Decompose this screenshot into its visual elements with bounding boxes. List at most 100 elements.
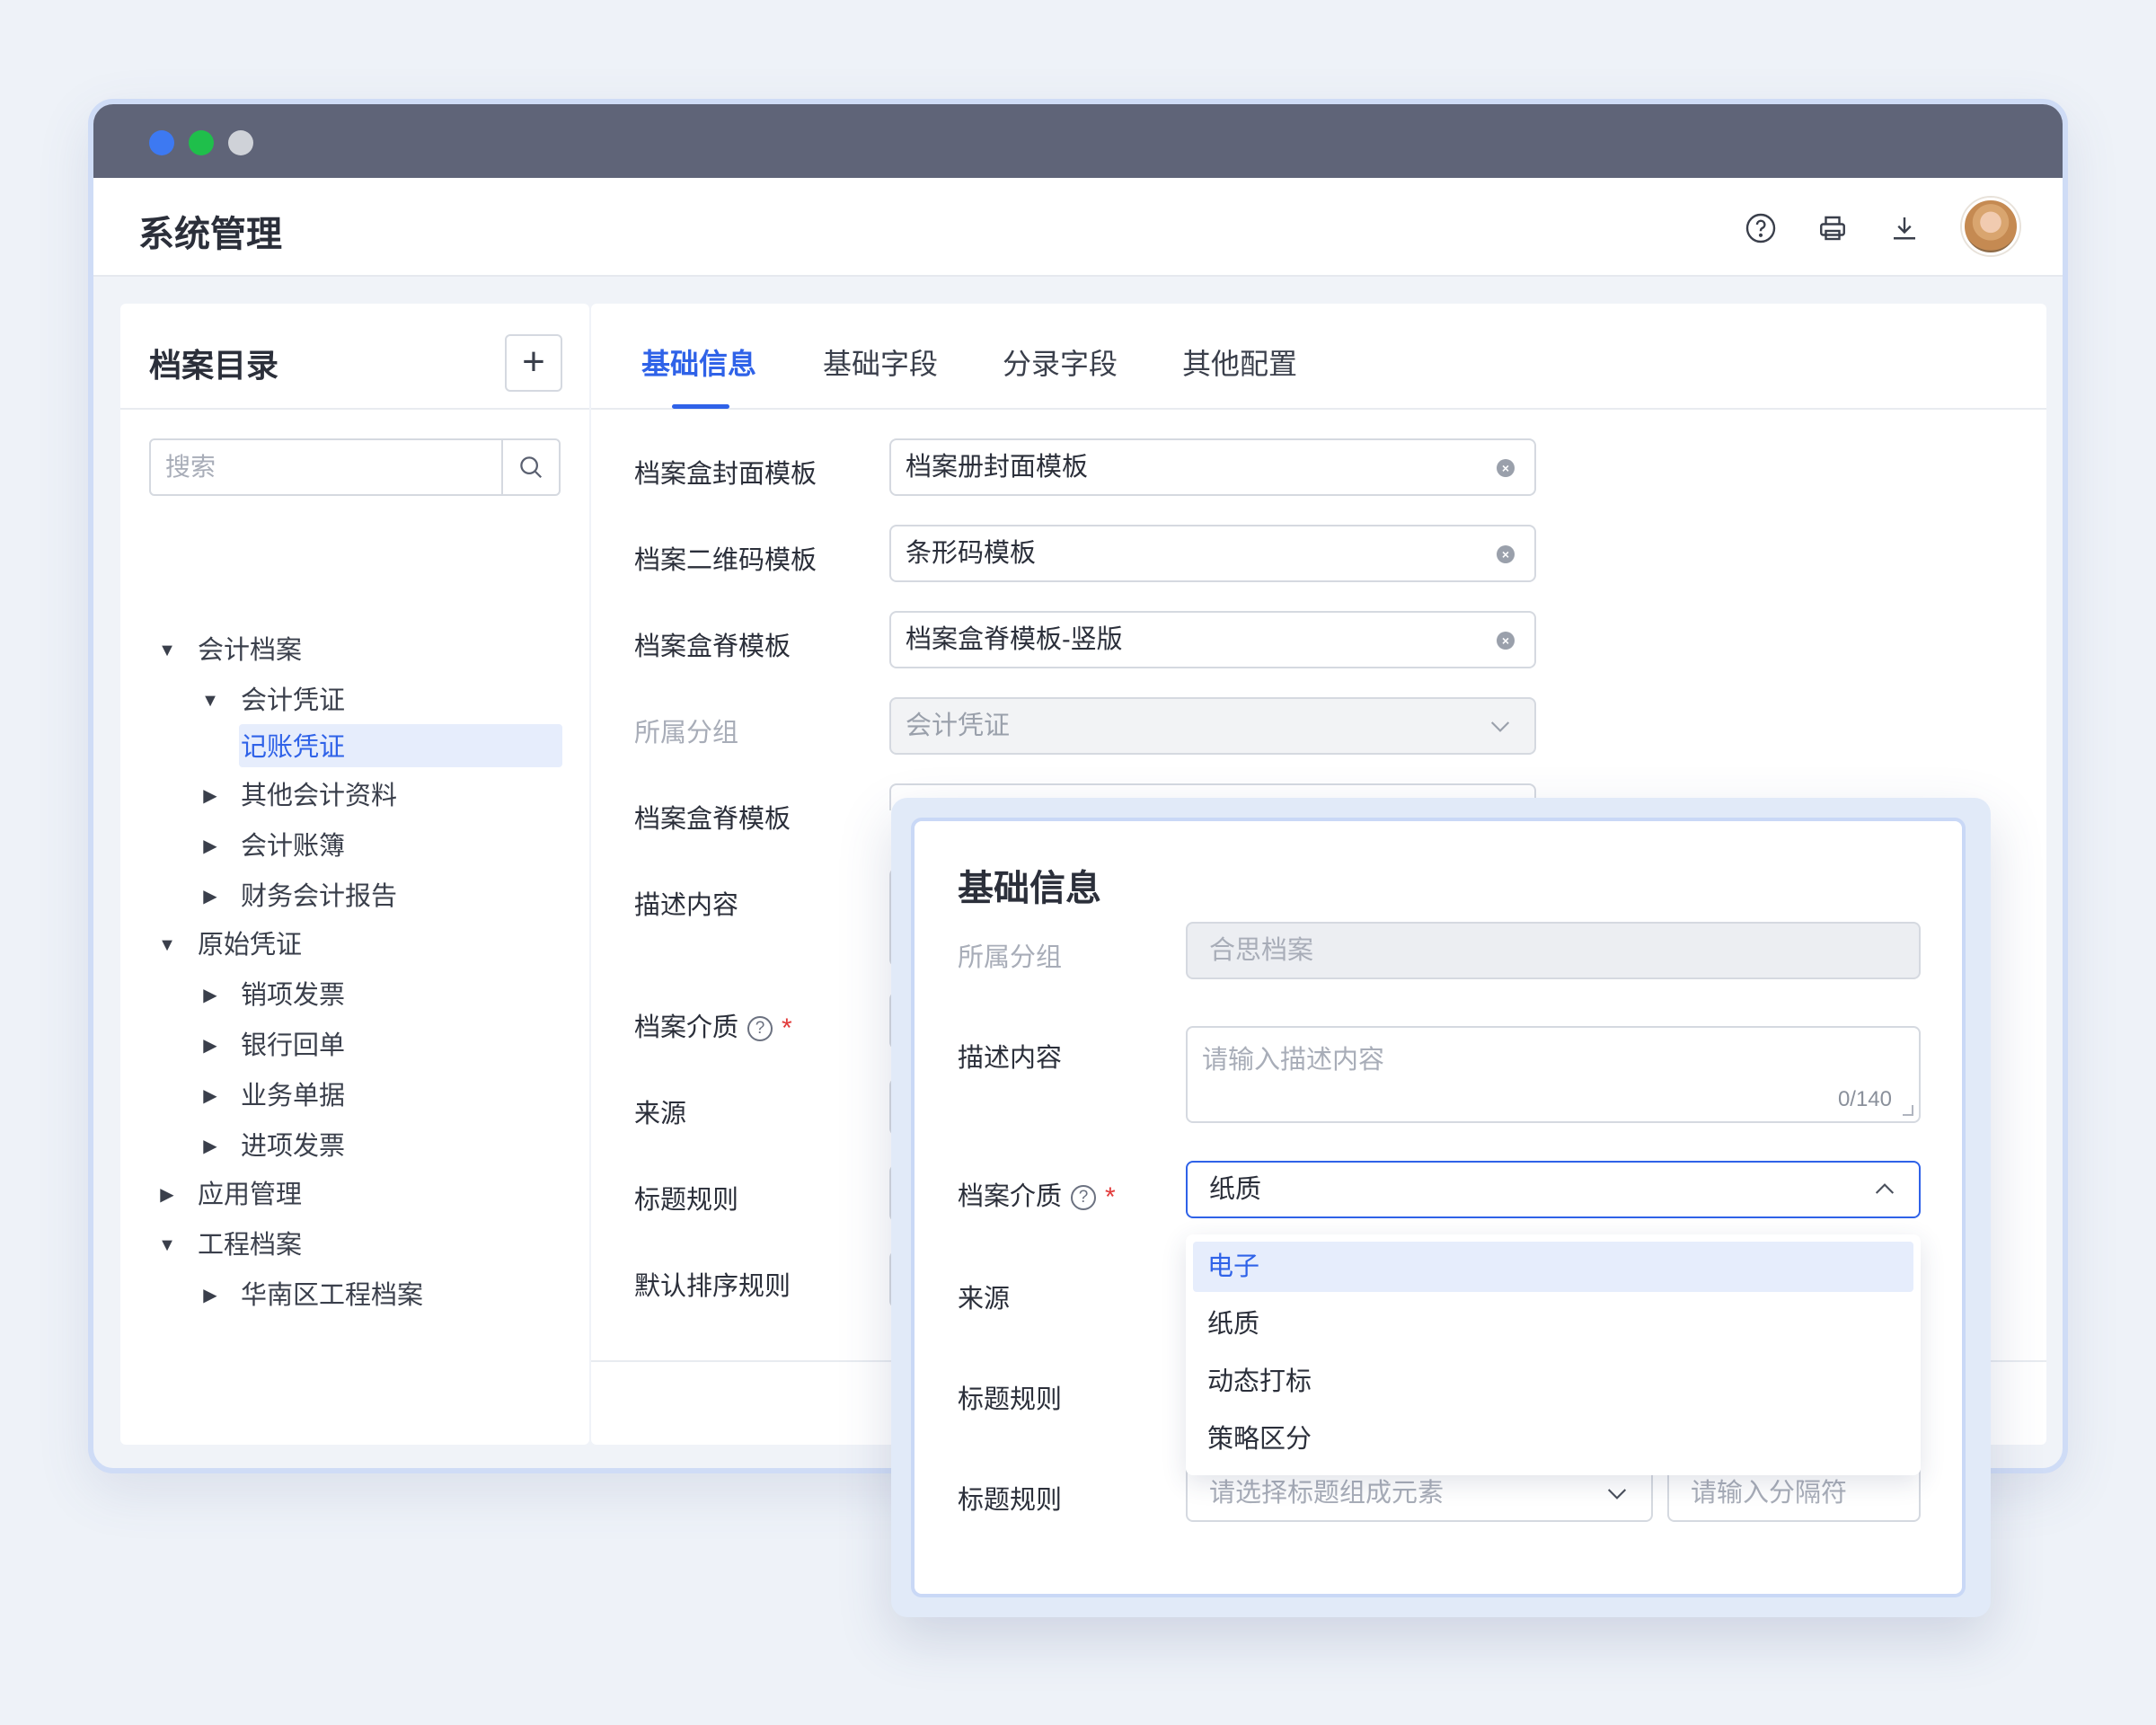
popup-medium-label: 档案介质? * [958,1175,1116,1213]
caret-right-icon[interactable]: ▶ [199,1274,221,1317]
tree-node-label: 会计档案 [198,636,303,665]
group-label: 所属分组 [634,719,739,748]
directory-search [149,438,561,496]
caret-right-icon[interactable]: ▶ [156,1173,178,1216]
tree-node-label: 华南区工程档案 [241,1281,424,1310]
description-placeholder: 请输入描述内容 [1202,1046,1385,1075]
title-elements-placeholder: 请选择标题组成元素 [1209,1479,1445,1508]
popup-title-rule-label: 标题规则 [958,1385,1063,1414]
download-icon[interactable] [1888,212,1921,244]
spine-template-select[interactable]: 档案盒脊模板-竖版 × [889,611,1536,668]
caret-down-icon[interactable]: ▼ [199,679,221,722]
dropdown-option-dynamic-tagging[interactable]: 动态打标 [1193,1357,1913,1407]
medium-label: 档案介质? * [634,1006,792,1044]
sort-rule-label: 默认排序规则 [634,1272,791,1301]
tree-node-label: 工程档案 [198,1231,303,1260]
cover-template-value: 档案册封面模板 [906,453,1089,482]
character-counter: 0/140 [1837,1087,1892,1111]
tree-node-label: 应用管理 [198,1181,303,1209]
search-icon[interactable] [501,440,559,494]
spine-template-2-label: 档案盒脊模板 [634,805,791,834]
caret-right-icon[interactable]: ▶ [199,974,221,1017]
qrcode-template-select[interactable]: 条形码模板 × [889,525,1536,582]
popup-source-label: 来源 [958,1285,1011,1314]
popup-medium-select[interactable]: 纸质 [1186,1161,1921,1218]
tab-entry-fields[interactable]: 分录字段 [1003,341,1118,383]
dropdown-option-electronic[interactable]: 电子 [1193,1242,1913,1292]
popup-group-value: 合思档案 [1209,936,1314,965]
caret-right-icon[interactable]: ▶ [199,875,221,918]
source-label: 来源 [634,1100,687,1128]
caret-down-icon[interactable]: ▼ [156,1224,178,1267]
window-dot-gray[interactable] [228,130,253,155]
tree-node-label: 销项发票 [241,981,346,1010]
cover-template-select[interactable]: 档案册封面模板 × [889,438,1536,496]
description-label: 描述内容 [634,891,739,920]
tree-node-label: 其他会计资料 [241,782,398,810]
app-header: 系统管理 [93,178,2063,277]
chevron-down-icon [1490,721,1510,732]
popup-group-field: 合思档案 [1186,922,1921,979]
help-icon[interactable] [1745,212,1777,244]
caret-right-icon[interactable]: ▶ [199,1024,221,1067]
archive-directory-panel: 档案目录 + ▼ 会计档案 ▼ 会计凭证 记账凭证 ▶ 其他会计资料 ▶ 会计账… [120,304,589,1445]
tab-bar: 基础信息 基础字段 分录字段 其他配置 [591,304,2046,410]
help-icon[interactable]: ? [747,1016,773,1042]
required-marker: * [782,1013,792,1044]
popup-title: 基础信息 [958,869,1101,908]
clear-icon[interactable]: × [1497,459,1515,477]
medium-label-text: 档案介质 [634,1013,739,1042]
tree-node-label: 会计账簿 [241,832,346,861]
resize-handle-icon[interactable] [1903,1105,1913,1116]
tree-node-label: 业务单据 [241,1082,346,1110]
chevron-down-icon[interactable] [1603,1479,1631,1508]
tree-node-label: 财务会计报告 [241,882,398,911]
popup-description-label: 描述内容 [958,1044,1063,1073]
search-input[interactable] [151,440,503,494]
active-tab-indicator [672,404,729,409]
tree-node-label: 会计凭证 [241,686,346,715]
tab-basic-fields[interactable]: 基础字段 [823,341,938,383]
user-avatar[interactable] [1962,198,2019,255]
qrcode-template-value: 条形码模板 [906,539,1037,568]
required-marker: * [1105,1182,1116,1213]
caret-right-icon[interactable]: ▶ [199,825,221,868]
tab-other-config[interactable]: 其他配置 [1182,341,1297,383]
popup-medium-value: 纸质 [1209,1175,1262,1204]
dropdown-option-paper[interactable]: 纸质 [1193,1299,1913,1349]
popup-title-rule-2-label: 标题规则 [958,1486,1063,1515]
window-titlebar [93,104,2063,178]
window-dot-green[interactable] [189,130,214,155]
clear-icon[interactable]: × [1497,632,1515,650]
caret-right-icon[interactable]: ▶ [199,1075,221,1118]
basic-info-popup: 基础信息 所属分组 合思档案 描述内容 请输入描述内容 0/140 档案介质? *… [911,818,1966,1597]
tree-node-label: 进项发票 [241,1132,346,1161]
caret-down-icon[interactable]: ▼ [156,629,178,672]
tree-node-label: 银行回单 [241,1031,346,1060]
tab-basic-info[interactable]: 基础信息 [641,341,756,383]
tree-node-label: 原始凭证 [198,931,303,960]
title-rule-label: 标题规则 [634,1186,739,1215]
caret-right-icon[interactable]: ▶ [199,1125,221,1168]
caret-down-icon[interactable]: ▼ [156,924,178,967]
clear-icon[interactable]: × [1497,545,1515,563]
separator-placeholder: 请输入分隔符 [1691,1479,1848,1508]
caret-right-icon[interactable]: ▶ [199,774,221,818]
cover-template-label: 档案盒封面模板 [634,460,817,489]
add-directory-button[interactable]: + [505,334,562,392]
help-icon[interactable]: ? [1071,1185,1097,1211]
dropdown-option-strategy[interactable]: 策略区分 [1193,1414,1913,1464]
popup-description-textarea[interactable]: 请输入描述内容 0/140 [1186,1026,1921,1123]
sidebar-title: 档案目录 [149,347,279,384]
group-value: 会计凭证 [906,712,1011,740]
popup-group-label: 所属分组 [958,943,1063,972]
spine-template-label: 档案盒脊模板 [634,632,791,661]
tree-node-label: 记账凭证 [241,733,346,762]
print-icon[interactable] [1816,212,1849,244]
group-select: 会计凭证 [889,697,1536,755]
qrcode-template-label: 档案二维码模板 [634,546,817,575]
app-title: 系统管理 [138,215,282,254]
window-dot-blue[interactable] [149,130,174,155]
chevron-up-icon[interactable] [1870,1175,1899,1204]
spine-template-value: 档案盒脊模板-竖版 [906,625,1123,654]
